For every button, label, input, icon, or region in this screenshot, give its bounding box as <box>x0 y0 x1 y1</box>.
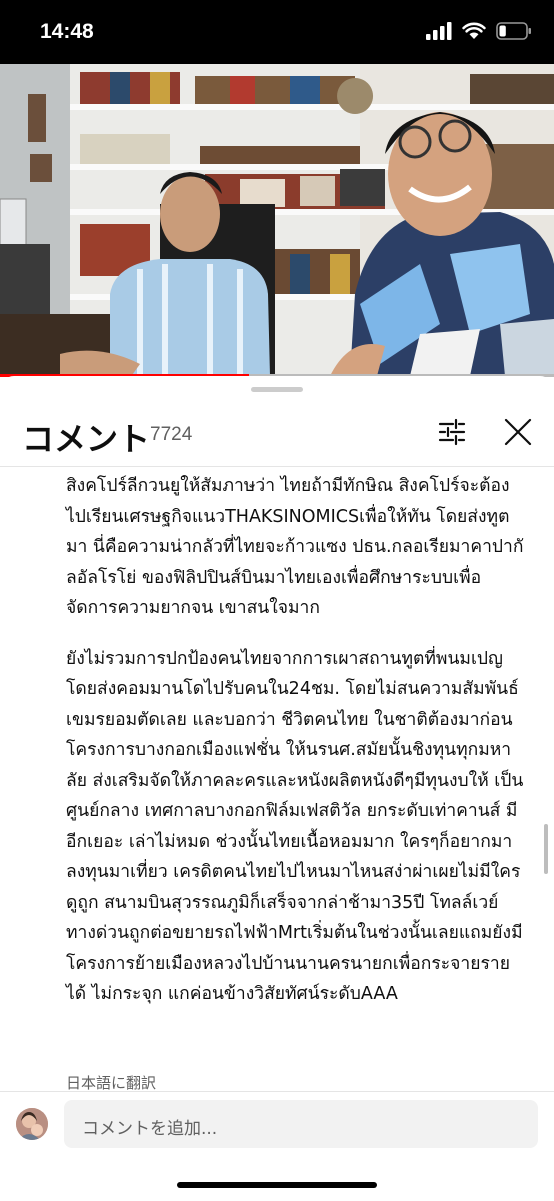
sort-filter-button[interactable] <box>432 412 472 452</box>
status-bar: 14:48 <box>0 0 554 64</box>
add-comment-placeholder: コメントを追加... <box>82 1119 218 1139</box>
status-icons <box>426 22 532 40</box>
comment-thread[interactable]: สิงคโปร์ลีกวนยูให้สัมภาษว่า ไทยถ้ามีทักษ… <box>0 467 554 1091</box>
sliders-icon <box>438 418 466 446</box>
wifi-icon <box>462 22 486 39</box>
video-player[interactable] <box>0 64 554 376</box>
close-button[interactable] <box>498 412 538 452</box>
battery-icon <box>496 22 531 40</box>
avatar <box>16 1108 48 1140</box>
signal-icon <box>426 22 452 40</box>
video-frame-image <box>0 64 554 376</box>
comments-header: コメント 7724 <box>0 406 554 464</box>
comment-paragraph: ยังไม่รวมการปกป้องคนไทยจากการเผาสถานทูตท… <box>66 648 524 1005</box>
sheet-drag-handle[interactable] <box>251 387 303 392</box>
comments-sheet: コメント 7724 สิงคโปร์ลีกวนยูให้สัมภาษว่า ไท… <box>0 376 554 1201</box>
scrollbar[interactable] <box>544 824 548 874</box>
translate-link[interactable]: 日本語に翻訳 <box>66 1072 156 1091</box>
comment-paragraph: สิงคโปร์ลีกวนยูให้สัมภาษว่า ไทยถ้ามีทักษ… <box>66 476 524 618</box>
comments-title: コメント <box>22 420 151 458</box>
add-comment-input[interactable]: コメントを追加... <box>64 1100 538 1148</box>
comments-count: 7724 <box>150 424 193 445</box>
user-avatar-image <box>16 1108 48 1140</box>
status-time: 14:48 <box>40 20 94 43</box>
close-icon <box>504 418 532 446</box>
home-indicator[interactable] <box>177 1182 377 1188</box>
comment-body: สิงคโปร์ลีกวนยูให้สัมภาษว่า ไทยถ้ามีทักษ… <box>66 471 526 1030</box>
